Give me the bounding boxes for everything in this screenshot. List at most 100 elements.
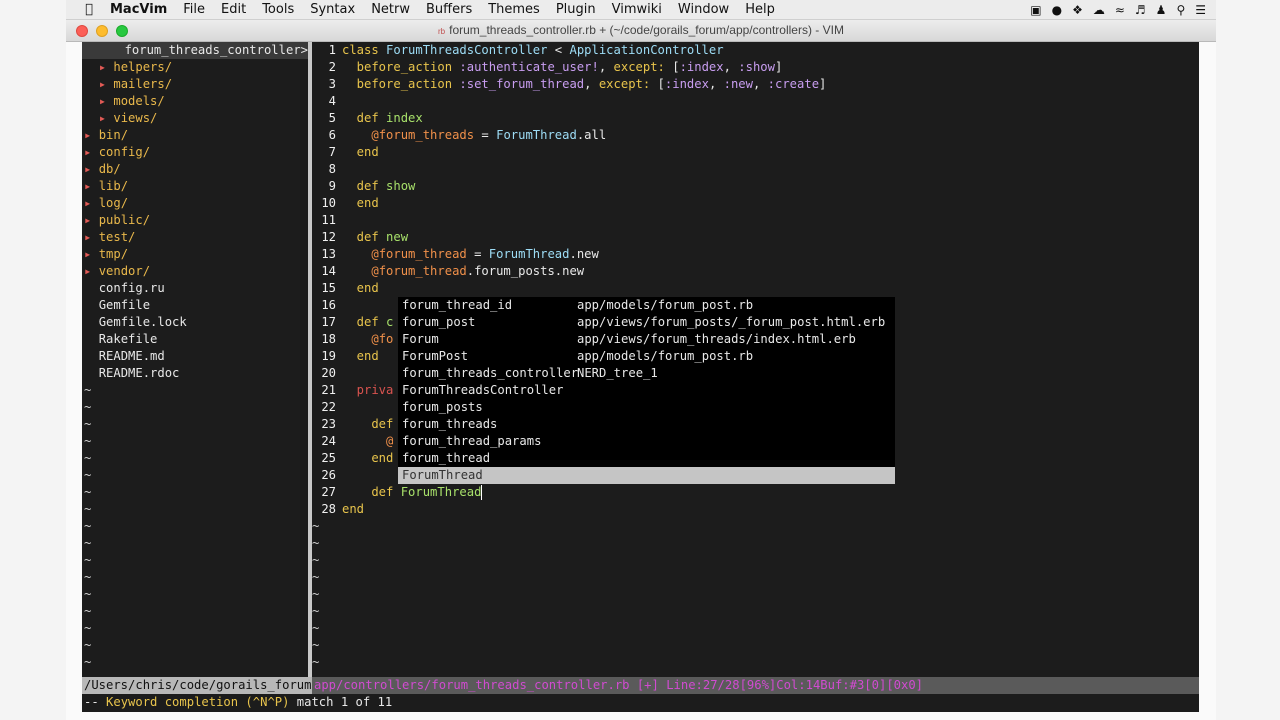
completion-item[interactable]: forum_threads_controller NERD_tree_1 <box>398 365 895 382</box>
editor-pane[interactable]: 1 class ForumThreadsController < Applicat… <box>312 42 1199 678</box>
tree-file-item[interactable]: README.md <box>82 348 308 365</box>
code-line[interactable]: 27 def ForumThread <box>312 484 1199 501</box>
code-line[interactable]: 5 def index <box>312 110 1199 127</box>
completion-item[interactable]: forum_thread_id app/models/forum_post.rb <box>398 297 895 314</box>
tree-file-item[interactable]: config.ru <box>82 280 308 297</box>
tree-dir-item[interactable]: ▸ config/ <box>82 144 308 161</box>
line-number: 14 <box>321 264 336 278</box>
code-line[interactable]: 9 def show <box>312 178 1199 195</box>
completion-item[interactable]: Forum app/views/forum_threads/index.html.… <box>398 331 895 348</box>
tree-file-item[interactable]: Gemfile <box>82 297 308 314</box>
chevron-right-icon[interactable]: ▸ <box>84 145 99 159</box>
completion-item[interactable]: forum_thread <box>398 450 895 467</box>
cloud-icon[interactable]: ☁ <box>1093 3 1105 17</box>
chevron-right-icon[interactable]: ▸ <box>84 213 99 227</box>
completion-item[interactable]: forum_posts <box>398 399 895 416</box>
volume-icon[interactable]: ♬ <box>1135 3 1146 17</box>
completion-popup[interactable]: forum_thread_id app/models/forum_post.rb f… <box>398 297 895 484</box>
menu-syntax[interactable]: Syntax <box>302 2 363 17</box>
tree-item-label: helpers/ <box>113 60 173 74</box>
chevron-right-icon[interactable]: ▸ <box>84 162 99 176</box>
menu-edit[interactable]: Edit <box>213 2 254 17</box>
tree-dir-item[interactable]: ▸ bin/ <box>82 127 308 144</box>
notification-icon[interactable]: ● <box>1052 3 1062 17</box>
chevron-right-icon[interactable]: ▸ <box>99 94 114 108</box>
menu-app-name[interactable]: MacVim <box>100 2 175 17</box>
line-content: def c <box>342 314 394 331</box>
code-line[interactable]: 3 before_action :set_forum_thread, excep… <box>312 76 1199 93</box>
completion-item[interactable]: forum_threads <box>398 416 895 433</box>
tree-dir-item[interactable]: ▸ log/ <box>82 195 308 212</box>
tree-dir-item[interactable]: ▸ models/ <box>82 93 308 110</box>
menu-help[interactable]: Help <box>737 2 783 17</box>
tree-dir-item[interactable]: ▸ helpers/ <box>82 59 308 76</box>
code-line[interactable]: 12 def new <box>312 229 1199 246</box>
chevron-right-icon[interactable]: ▸ <box>99 111 114 125</box>
nerdtree-header-label: forum_threads_controller> <box>124 43 308 57</box>
code-line[interactable]: 7 end <box>312 144 1199 161</box>
completion-item[interactable]: forum_post app/views/forum_posts/_forum_p… <box>398 314 895 331</box>
completion-item[interactable]: forum_thread_params <box>398 433 895 450</box>
search-icon[interactable]: ⚲ <box>1176 3 1185 17</box>
tree-dir-item[interactable]: ▸ test/ <box>82 229 308 246</box>
code-line[interactable]: 1 class ForumThreadsController < Applicat… <box>312 42 1199 59</box>
nerdtree-header[interactable]: forum_threads_controller> <box>82 42 308 59</box>
menu-plugin[interactable]: Plugin <box>548 2 604 17</box>
code-line[interactable]: 13 @forum_thread = ForumThread.new <box>312 246 1199 263</box>
camera-icon[interactable]: ▣ <box>1030 3 1041 17</box>
menu-tools[interactable]: Tools <box>254 2 302 17</box>
menu-vimwiki[interactable]: Vimwiki <box>604 2 670 17</box>
code-line[interactable]: 8 <box>312 161 1199 178</box>
tree-dir-item[interactable]: ▸ mailers/ <box>82 76 308 93</box>
code-line[interactable]: 4 <box>312 93 1199 110</box>
tree-dir-item[interactable]: ▸ views/ <box>82 110 308 127</box>
chevron-right-icon[interactable]: ▸ <box>84 179 99 193</box>
dropbox-icon[interactable]: ❖ <box>1072 3 1083 17</box>
chevron-right-icon[interactable]: ▸ <box>84 230 99 244</box>
completion-item[interactable]: ForumPost app/models/forum_post.rb <box>398 348 895 365</box>
code-token: end <box>342 145 379 159</box>
user-icon[interactable]: ♟ <box>1156 3 1167 17</box>
menu-themes[interactable]: Themes <box>480 2 548 17</box>
code-line[interactable]: 14 @forum_thread.forum_posts.new <box>312 263 1199 280</box>
menu-buffers[interactable]: Buffers <box>418 2 480 17</box>
chevron-right-icon[interactable]: ▸ <box>99 77 114 91</box>
chevron-right-icon[interactable]: ▸ <box>84 128 99 142</box>
chevron-right-icon[interactable]: ▸ <box>84 247 99 261</box>
code-line[interactable]: 11 <box>312 212 1199 229</box>
chevron-right-icon[interactable]: ▸ <box>84 196 99 210</box>
line-number: 25 <box>321 451 336 465</box>
tree-dir-item[interactable]: ▸ lib/ <box>82 178 308 195</box>
vim-area[interactable]: forum_threads_controller> ▸ helpers/ ▸ m… <box>82 42 1199 712</box>
code-line[interactable]: 28 end <box>312 501 1199 518</box>
list-icon[interactable]: ☰ <box>1195 3 1206 17</box>
completion-item[interactable]: ForumThreadsController <box>398 382 895 399</box>
line-number: 24 <box>321 434 336 448</box>
nerdtree-panel[interactable]: forum_threads_controller> ▸ helpers/ ▸ m… <box>82 42 308 678</box>
completion-item[interactable]: ForumThread <box>398 467 895 484</box>
apple-icon[interactable]:  <box>78 2 100 17</box>
chevron-right-icon[interactable]: ▸ <box>99 60 114 74</box>
tree-file-item[interactable]: Gemfile.lock <box>82 314 308 331</box>
menu-netrw[interactable]: Netrw <box>363 2 418 17</box>
completion-source: app/views/forum_threads/index.html.erb <box>577 332 856 346</box>
command-line[interactable]: -- Keyword completion (^N^P) match 1 of … <box>82 694 1199 712</box>
title-bar[interactable]: rb forum_threads_controller.rb + (~/code/… <box>66 20 1216 42</box>
code-line[interactable]: 10 end <box>312 195 1199 212</box>
wifi-icon[interactable]: ≈ <box>1115 3 1125 17</box>
menu-window[interactable]: Window <box>670 2 737 17</box>
menu-file[interactable]: File <box>175 2 213 17</box>
tree-dir-item[interactable]: ▸ tmp/ <box>82 246 308 263</box>
tree-item-label: README.rdoc <box>98 366 180 380</box>
completion-word: forum_thread_id <box>402 298 513 312</box>
code-line[interactable]: 6 @forum_threads = ForumThread.all <box>312 127 1199 144</box>
tree-file-item[interactable]: README.rdoc <box>82 365 308 382</box>
tree-dir-item[interactable]: ▸ public/ <box>82 212 308 229</box>
line-number: 15 <box>321 281 336 295</box>
tree-dir-item[interactable]: ▸ vendor/ <box>82 263 308 280</box>
code-line[interactable]: 2 before_action :authenticate_user!, exc… <box>312 59 1199 76</box>
tree-file-item[interactable]: Rakefile <box>82 331 308 348</box>
chevron-right-icon[interactable]: ▸ <box>84 264 99 278</box>
tree-dir-item[interactable]: ▸ db/ <box>82 161 308 178</box>
code-line[interactable]: 15 end <box>312 280 1199 297</box>
